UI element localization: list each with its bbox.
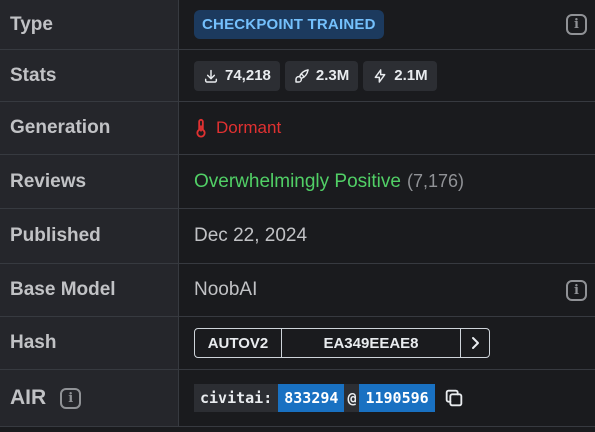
row-reviews: Reviews Overwhelmingly Positive (7,176) [0,155,595,209]
download-icon [204,69,218,83]
stats-label: Stats [0,50,179,101]
row-type: Type CHECKPOINT TRAINED i [0,0,595,50]
row-hash: Hash AUTOV2 EA349EEAE8 [0,317,595,370]
buzz-count: 2.1M [394,67,428,84]
generation-value-cell: Dormant [179,102,595,154]
base-model-value-cell: NoobAI i [179,264,595,316]
hash-box: AUTOV2 EA349EEAE8 [194,328,490,358]
hash-label: Hash [0,317,179,369]
row-air: AIR i civitai: 833294 @ 1190596 [0,370,595,427]
base-model-info-icon[interactable]: i [566,279,587,301]
bolt-icon [374,68,386,83]
row-stats: Stats 74,218 2.3M 2.1M [0,50,595,102]
air-label: AIR [10,386,47,409]
thermometer-icon [196,118,206,138]
hash-next-button[interactable] [461,329,489,357]
air-model-id: 833294 [278,384,345,412]
downloads-count: 74,218 [225,67,271,84]
base-model-value: NoobAI [194,279,258,300]
type-label: Type [0,0,179,49]
air-label-cell: AIR i [0,370,179,426]
reviews-value-cell: Overwhelmingly Positive (7,176) [179,155,595,208]
hash-value[interactable]: EA349EEAE8 [282,329,461,357]
base-model-label: Base Model [0,264,179,316]
air-at: @ [344,384,360,412]
stats-value-cell: 74,218 2.3M 2.1M [179,50,595,101]
buzz-stat: 2.1M [363,60,437,91]
row-base-model: Base Model NoobAI i [0,264,595,317]
air-code: civitai: 833294 @ 1190596 [194,384,435,412]
generation-status: Dormant [194,118,281,138]
published-label: Published [0,209,179,263]
model-details-table: Type CHECKPOINT TRAINED i Stats 74,218 2… [0,0,595,432]
row-published: Published Dec 22, 2024 [0,209,595,264]
air-prefix: civitai: [194,384,279,412]
hash-type-selector[interactable]: AUTOV2 [195,329,282,357]
chevron-right-icon [472,337,479,349]
air-info-icon[interactable]: i [60,387,82,409]
copy-icon[interactable] [443,387,465,409]
hash-value-cell: AUTOV2 EA349EEAE8 [179,317,595,369]
air-value-cell: civitai: 833294 @ 1190596 [179,370,595,426]
type-value-cell: CHECKPOINT TRAINED i [179,0,595,49]
published-date: Dec 22, 2024 [194,225,308,246]
air-version-id: 1190596 [359,384,435,412]
generation-label: Generation [0,102,179,154]
reviews-count: (7,176) [406,171,465,191]
reviews-label: Reviews [0,155,179,208]
row-generation: Generation Dormant [0,102,595,155]
generations-count: 2.3M [315,67,350,84]
type-badge: CHECKPOINT TRAINED [194,10,384,39]
generations-stat: 2.3M [284,60,359,91]
type-info-icon[interactable]: i [566,14,587,35]
published-value-cell: Dec 22, 2024 [179,209,595,263]
generation-status-text: Dormant [216,118,282,137]
brush-icon [295,68,309,83]
downloads-stat: 74,218 [194,60,280,91]
reviews-rating-link[interactable]: Overwhelmingly Positive [194,171,401,193]
